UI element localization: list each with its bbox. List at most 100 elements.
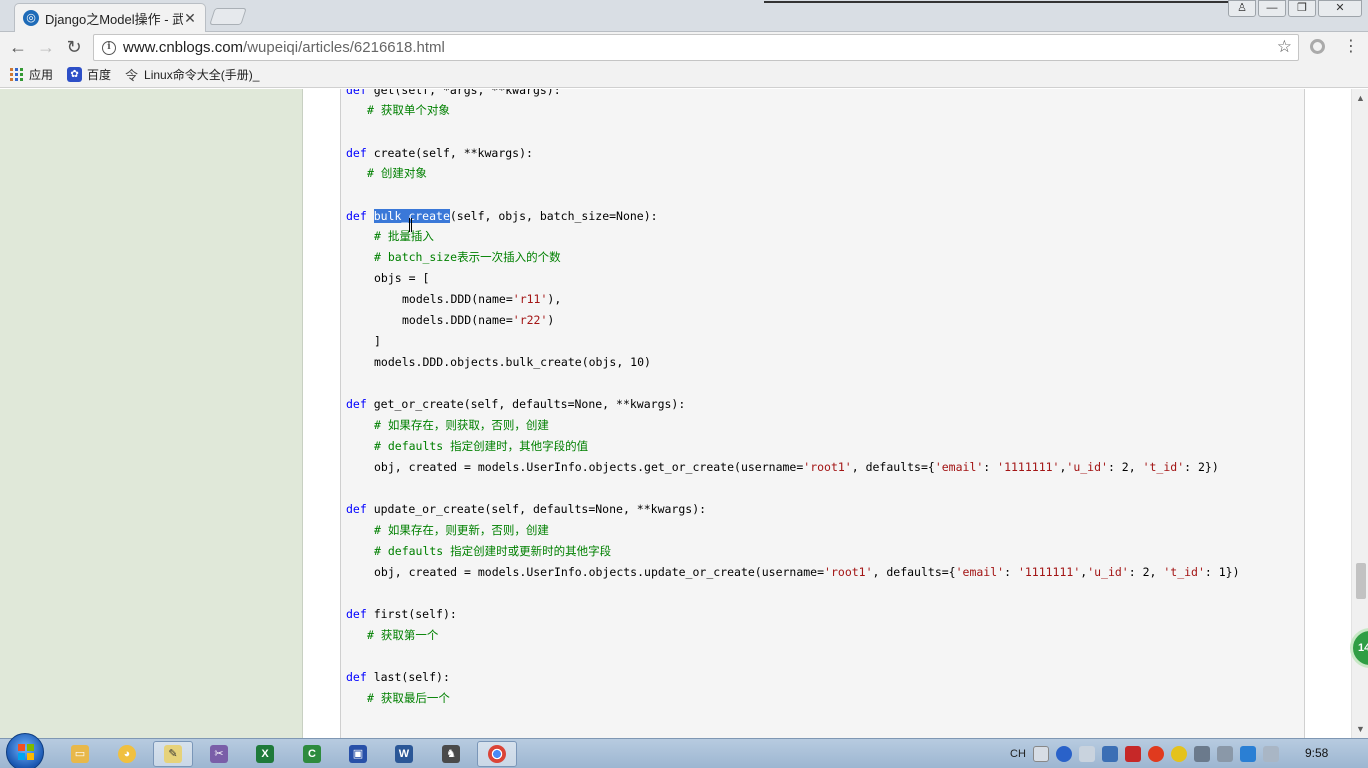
bookmark-linux[interactable]: 令 Linux命令大全(手册)_ — [125, 65, 259, 84]
code-line: ] — [374, 334, 381, 348]
code-line: objs = [ — [374, 271, 430, 285]
code-comment: # 批量插入 — [374, 229, 434, 243]
file-explorer-icon[interactable]: ▭ — [60, 741, 100, 767]
notepad-icon[interactable]: ✎ — [153, 741, 193, 767]
network-icon[interactable] — [1239, 746, 1256, 762]
string-literal: 'root1' — [824, 565, 873, 579]
baidu-paw-icon: ✿ — [67, 67, 83, 82]
code-text: (self, objs, batch_size=None): — [449, 209, 658, 223]
keyword: def — [346, 146, 374, 160]
bookmark-baidu[interactable]: ✿ 百度 — [67, 66, 111, 83]
record-icon[interactable] — [1147, 746, 1164, 762]
string-literal: 'email' — [955, 565, 1005, 579]
screen: ◎ Django之Model操作 - 武 ✕ ♙ — ❐ ✕ ← → ↻ i w… — [0, 0, 1368, 768]
bookmarks-bar: 应用 ✿ 百度 令 Linux命令大全(手册)_ — [0, 62, 1368, 88]
plus-icon[interactable] — [1170, 746, 1187, 762]
keyword: def — [346, 89, 374, 97]
code-text: : — [1004, 565, 1018, 579]
clock[interactable]: 9:58 — [1305, 746, 1328, 760]
extension-icon[interactable] — [1310, 39, 1325, 54]
code-text: , defaults={ — [872, 565, 956, 579]
chess-icon[interactable]: ♞ — [431, 741, 471, 767]
article-margin — [303, 89, 341, 738]
tray-arrow-icon[interactable] — [1078, 746, 1095, 762]
tab-strip: ◎ Django之Model操作 - 武 ✕ ♙ — ❐ ✕ — [0, 0, 1368, 32]
code-line: models.DDD(name='r22') — [402, 312, 554, 328]
code-line: def bulk_create(self, objs, batch_size=N… — [346, 208, 658, 224]
code-text: : 1}) — [1204, 565, 1240, 579]
chrome-icon[interactable] — [477, 741, 517, 767]
word-icon[interactable]: W — [384, 741, 424, 767]
menu-icon[interactable]: ⋮ — [1343, 36, 1359, 56]
code-text: models.DDD(name= — [402, 313, 513, 327]
code-comment: # 如果存在，则更新，否则，创建 — [374, 523, 549, 537]
keyboard-icon[interactable] — [1032, 746, 1049, 762]
start-button[interactable] — [6, 733, 44, 768]
code-line: models.DDD(name='r11'), — [402, 291, 561, 307]
paint-icon[interactable]: ◕ — [107, 741, 147, 767]
windows-logo-icon — [18, 744, 34, 760]
tool-icon[interactable]: ✂ — [199, 741, 239, 767]
code-comment: # 获取第一个 — [367, 628, 439, 642]
right-margin — [1306, 89, 1351, 738]
forward-icon[interactable]: → — [35, 36, 57, 58]
string-literal: 't_id' — [1163, 565, 1205, 579]
code-comment: # defaults 指定创建时，其他字段的值 — [374, 439, 589, 453]
bookmark-label: 百度 — [87, 68, 112, 82]
keyword: def — [346, 502, 374, 516]
cnblogs-icon: ◎ — [23, 10, 39, 26]
scroll-up-icon[interactable]: ▲ — [1352, 91, 1368, 105]
close-icon[interactable]: ✕ — [1318, 0, 1362, 17]
browser-tab[interactable]: ◎ Django之Model操作 - 武 ✕ — [14, 3, 206, 32]
divider — [764, 1, 1234, 3]
window-controls: ♙ — ❐ ✕ — [1226, 0, 1362, 17]
help-icon[interactable] — [1055, 746, 1072, 762]
string-literal: 'email' — [934, 460, 984, 474]
excel-icon[interactable]: X — [245, 741, 285, 767]
bookmark-apps[interactable]: 应用 — [10, 66, 53, 83]
tab-close-icon[interactable]: ✕ — [183, 10, 197, 27]
address-bar[interactable]: i www.cnblogs.com/wupeiqi/articles/62166… — [93, 34, 1299, 61]
monitor-icon[interactable] — [1216, 746, 1233, 762]
new-tab-button[interactable] — [209, 8, 247, 25]
save-icon[interactable]: ▣ — [338, 741, 378, 767]
flag-icon[interactable] — [1124, 746, 1141, 762]
string-literal: '1111111' — [997, 460, 1060, 474]
text-cursor-icon — [409, 218, 412, 232]
code-text: obj, created = models.UserInfo.objects.u… — [374, 565, 825, 579]
code-text: : 2}) — [1184, 460, 1219, 474]
back-icon[interactable]: ← — [7, 36, 29, 58]
user-icon[interactable]: ♙ — [1228, 0, 1256, 17]
left-sidebar — [0, 89, 303, 738]
minimize-icon[interactable]: — — [1258, 0, 1286, 17]
code-text: get(self, *args, **kwargs): — [373, 89, 561, 97]
string-literal: 'r22' — [512, 313, 548, 327]
code-text: : 2, — [1128, 565, 1164, 579]
code-comment: # defaults 指定创建时或更新时的其他字段 — [374, 544, 612, 558]
camtasia-icon[interactable]: C — [292, 741, 332, 767]
reload-icon[interactable]: ↻ — [63, 36, 85, 58]
device-icon[interactable] — [1193, 746, 1210, 762]
upload-icon[interactable] — [1101, 746, 1118, 762]
bookmark-star-icon[interactable]: ☆ — [1277, 37, 1292, 57]
code-block[interactable]: def get(self, *args, **kwargs): # 获取单个对象… — [341, 89, 1305, 738]
info-icon[interactable]: i — [102, 40, 116, 55]
restore-icon[interactable]: ❐ — [1288, 0, 1316, 17]
code-line: def last(self): — [346, 669, 450, 685]
page-content: def get(self, *args, **kwargs): # 获取单个对象… — [0, 89, 1351, 738]
keyword: def — [346, 209, 374, 223]
code-line: obj, created = models.UserInfo.objects.u… — [374, 564, 1240, 580]
code-line: obj, created = models.UserInfo.objects.g… — [374, 459, 1219, 475]
code-text: create(self, **kwargs): — [373, 146, 533, 160]
code-text: get_or_create(self, defaults=None, **kwa… — [373, 397, 686, 411]
code-text: , defaults={ — [851, 460, 935, 474]
scroll-down-icon[interactable]: ▼ — [1352, 722, 1368, 736]
scroll-thumb[interactable] — [1356, 563, 1366, 599]
volume-icon[interactable] — [1262, 746, 1279, 762]
code-line: def get(self, *args, **kwargs): — [346, 89, 561, 98]
taskbar: ▭ ◕ ✎ ✂ X C ▣ W ♞ CH 9:58 — [0, 733, 1368, 768]
language-indicator[interactable]: CH — [1010, 748, 1026, 760]
code-text: update_or_create(self, defaults=None, **… — [373, 502, 707, 516]
url-path: /wupeiqi/articles/6216618.html — [243, 39, 445, 56]
code-line: def first(self): — [346, 606, 457, 622]
